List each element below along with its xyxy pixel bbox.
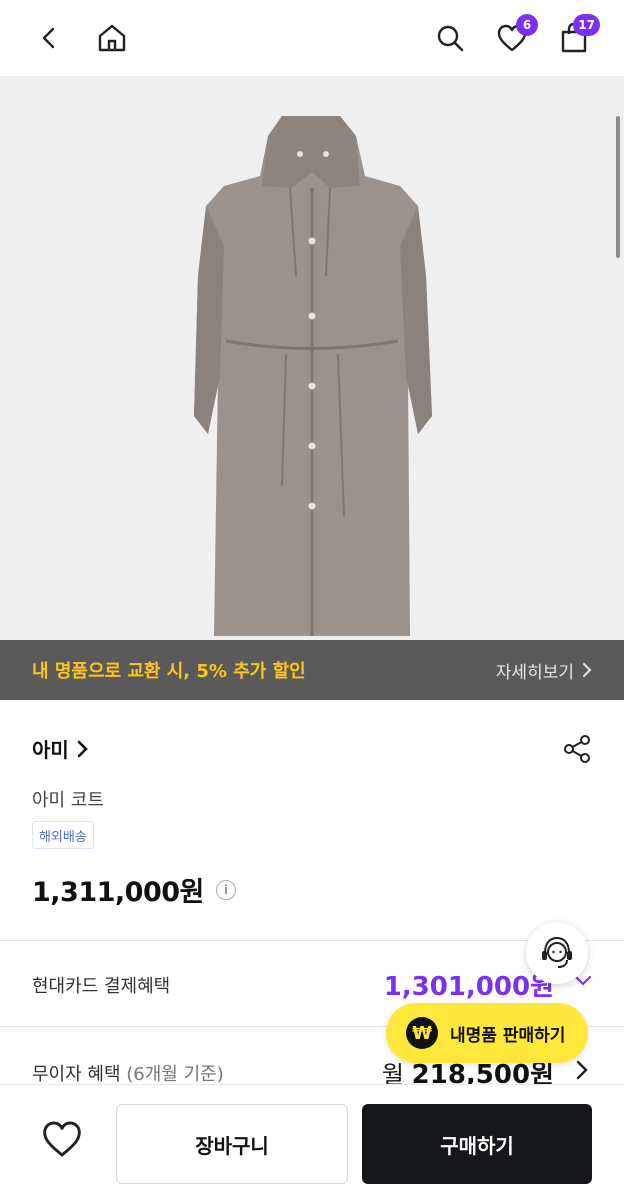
chevron-right-icon xyxy=(583,663,592,677)
chevron-right-icon xyxy=(576,1060,588,1080)
sell-label: 내명품 판매하기 xyxy=(450,1025,566,1046)
share-icon xyxy=(564,735,590,763)
home-button[interactable] xyxy=(92,18,132,58)
search-icon xyxy=(437,25,464,52)
installment-sub: (6개월 기준) xyxy=(126,1064,224,1085)
info-icon[interactable]: i xyxy=(215,879,236,900)
back-button[interactable] xyxy=(30,18,70,58)
search-button[interactable] xyxy=(430,18,470,58)
installment-label: 무이자 혜택 (6개월 기준) xyxy=(32,1060,224,1086)
overseas-shipping-tag: 해외배송 xyxy=(32,821,94,849)
won-icon: ₩ xyxy=(406,1017,438,1049)
cart-count-badge: 17 xyxy=(573,14,600,36)
installment-title: 무이자 혜택 xyxy=(32,1064,121,1085)
cart-button[interactable]: 17 xyxy=(554,14,600,58)
page-scrollbar[interactable] xyxy=(616,116,620,258)
heart-icon xyxy=(43,1121,81,1157)
product-price: 1,311,000원 xyxy=(32,877,204,908)
wish-button[interactable] xyxy=(40,1119,84,1163)
sell-my-luxury-button[interactable]: ₩ 내명품 판매하기 xyxy=(386,1003,588,1063)
promo-details-label: 자세히보기 xyxy=(495,662,574,683)
price-row: 1,311,000원 i xyxy=(32,870,236,909)
customer-service-button[interactable] xyxy=(526,922,588,984)
promo-details-link[interactable]: 자세히보기 xyxy=(496,658,592,683)
wishlist-count-badge: 6 xyxy=(516,14,538,36)
exchange-promo-banner[interactable]: 내 명품으로 교환 시, 5% 추가 할인 자세히보기 xyxy=(0,640,624,700)
coat-illustration xyxy=(194,116,432,636)
brand-name: 아미 xyxy=(32,738,69,762)
add-to-cart-button[interactable]: 장바구니 xyxy=(116,1104,348,1184)
bottom-action-bar: 장바구니 구매하기 xyxy=(0,1084,624,1200)
product-name: 아미 코트 xyxy=(32,790,104,811)
brand-link[interactable]: 아미 xyxy=(32,734,89,763)
top-bar: 6 17 xyxy=(0,0,624,76)
card-benefit-price[interactable]: 1,301,000원 xyxy=(384,966,554,1003)
home-icon xyxy=(98,24,126,52)
product-image[interactable]: 내 명품으로 교환 시, 5% 추가 할인 자세히보기 xyxy=(0,76,624,700)
buy-now-button[interactable]: 구매하기 xyxy=(362,1104,592,1184)
headset-agent-icon xyxy=(542,936,572,968)
promo-text: 내 명품으로 교환 시, 5% 추가 할인 xyxy=(32,661,306,682)
wishlist-button[interactable]: 6 xyxy=(492,14,538,58)
chevron-right-icon xyxy=(77,740,88,757)
chevron-left-icon xyxy=(42,27,55,49)
share-button[interactable] xyxy=(562,734,592,768)
installment-details[interactable] xyxy=(576,1060,588,1084)
card-benefit-label: 현대카드 결제혜택 xyxy=(32,976,171,997)
